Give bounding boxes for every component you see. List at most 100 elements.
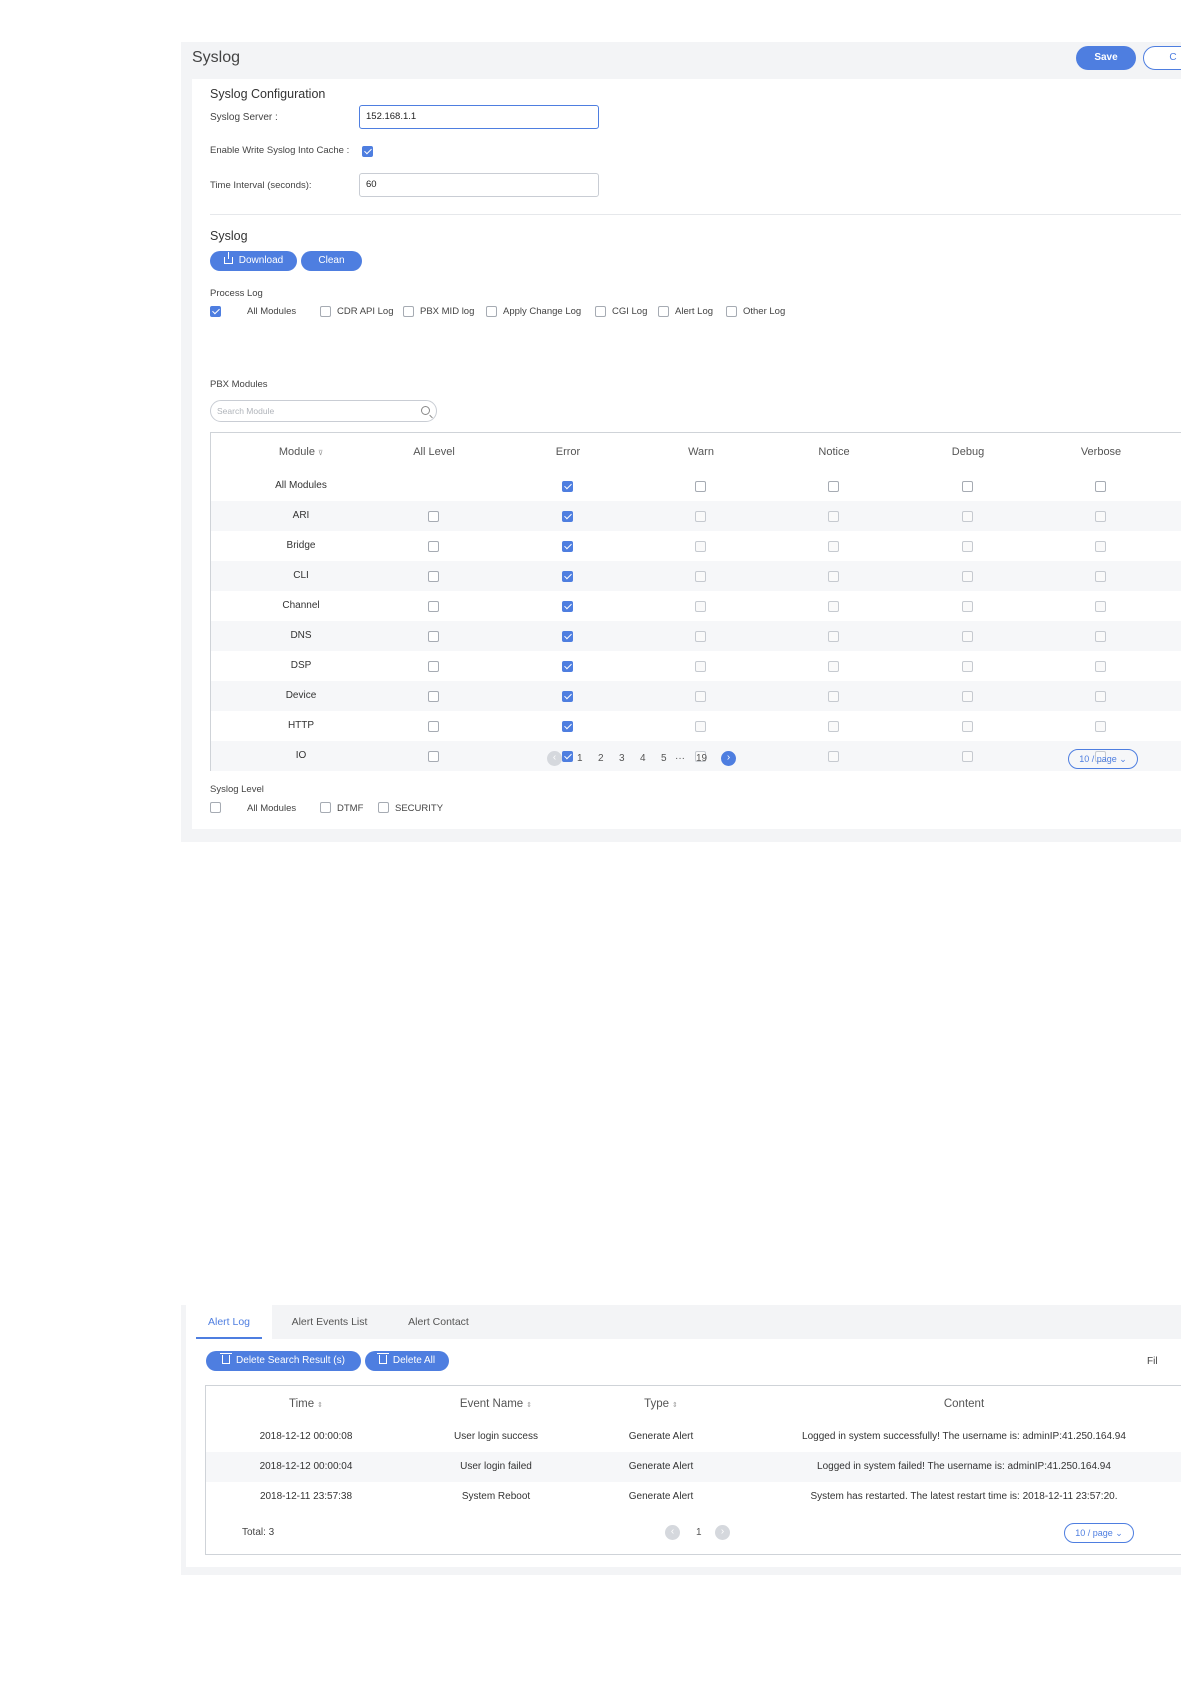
level-checkbox-all-level[interactable] — [428, 571, 439, 582]
syslog-server-input[interactable]: 152.168.1.1 — [359, 105, 599, 129]
process-log-checkbox-all-modules[interactable] — [210, 306, 221, 317]
level-checkbox-verbose[interactable] — [1095, 661, 1106, 672]
download-button[interactable]: Download — [210, 251, 297, 271]
level-checkbox-warn[interactable] — [695, 511, 706, 522]
filter-link[interactable]: Fil — [1147, 1356, 1158, 1367]
level-checkbox-notice[interactable] — [828, 481, 839, 492]
syslog-level-checkbox-all-modules[interactable] — [210, 802, 221, 813]
page-number[interactable]: 19 — [696, 753, 707, 764]
level-checkbox-debug[interactable] — [962, 571, 973, 582]
level-checkbox-error[interactable] — [562, 571, 573, 582]
page-number[interactable]: 1 — [577, 753, 583, 764]
level-checkbox-notice[interactable] — [828, 691, 839, 702]
level-checkbox-verbose[interactable] — [1095, 541, 1106, 552]
clean-button[interactable]: Clean — [301, 251, 362, 271]
level-checkbox-all-level[interactable] — [428, 661, 439, 672]
level-checkbox-notice[interactable] — [828, 721, 839, 732]
level-checkbox-error[interactable] — [562, 481, 573, 492]
column-header-type[interactable]: Type ⇕ — [591, 1386, 731, 1422]
level-checkbox-warn[interactable] — [695, 571, 706, 582]
level-checkbox-error[interactable] — [562, 751, 573, 762]
level-checkbox-notice[interactable] — [828, 631, 839, 642]
level-checkbox-notice[interactable] — [828, 571, 839, 582]
process-log-checkbox-alert-log[interactable] — [658, 306, 669, 317]
level-checkbox-notice[interactable] — [828, 751, 839, 762]
level-checkbox-debug[interactable] — [962, 691, 973, 702]
level-checkbox-verbose[interactable] — [1095, 601, 1106, 612]
level-checkbox-debug[interactable] — [962, 541, 973, 552]
process-log-checkbox-pbx-mid-log[interactable] — [403, 306, 414, 317]
level-checkbox-notice[interactable] — [828, 601, 839, 612]
level-checkbox-verbose[interactable] — [1095, 721, 1106, 732]
level-checkbox-debug[interactable] — [962, 601, 973, 612]
level-checkbox-debug[interactable] — [962, 751, 973, 762]
level-checkbox-error[interactable] — [562, 511, 573, 522]
page-number[interactable]: 2 — [598, 753, 604, 764]
level-checkbox-error[interactable] — [562, 541, 573, 552]
level-checkbox-debug[interactable] — [962, 721, 973, 732]
delete-search-result-button[interactable]: Delete Search Result (s) — [206, 1351, 361, 1371]
page-size-select[interactable]: 10 / page ⌄ — [1064, 1523, 1134, 1543]
level-checkbox-verbose[interactable] — [1095, 511, 1106, 522]
page-ellipsis[interactable]: ··· — [675, 753, 685, 764]
page-number[interactable]: 3 — [619, 753, 625, 764]
prev-page-button[interactable]: ‹ — [665, 1525, 680, 1540]
time-interval-input[interactable]: 60 — [359, 173, 599, 197]
filter-icon[interactable]: ⊽ — [318, 450, 323, 457]
level-checkbox-all-level[interactable] — [428, 631, 439, 642]
level-checkbox-warn[interactable] — [695, 721, 706, 732]
search-module-input[interactable]: Search Module — [210, 400, 437, 422]
process-log-checkbox-cgi-log[interactable] — [595, 306, 606, 317]
syslog-level-checkbox-dtmf[interactable] — [320, 802, 331, 813]
page-number[interactable]: 1 — [696, 1527, 702, 1538]
sort-icon[interactable]: ⇕ — [317, 1402, 323, 1409]
level-checkbox-error[interactable] — [562, 631, 573, 642]
level-checkbox-error[interactable] — [562, 691, 573, 702]
syslog-level-checkbox-security[interactable] — [378, 802, 389, 813]
level-checkbox-warn[interactable] — [695, 661, 706, 672]
cache-checkbox[interactable] — [362, 146, 373, 157]
sort-icon[interactable]: ⇕ — [672, 1402, 678, 1409]
save-button[interactable]: Save — [1076, 46, 1136, 70]
level-checkbox-all-level[interactable] — [428, 721, 439, 732]
tab-alert-contact[interactable]: Alert Contact — [386, 1305, 491, 1339]
level-checkbox-warn[interactable] — [695, 631, 706, 642]
level-checkbox-debug[interactable] — [962, 631, 973, 642]
tab-alert-log[interactable]: Alert Log — [186, 1305, 272, 1339]
level-checkbox-verbose[interactable] — [1095, 631, 1106, 642]
level-checkbox-all-level[interactable] — [428, 541, 439, 552]
next-page-button[interactable]: › — [721, 751, 736, 766]
level-checkbox-error[interactable] — [562, 601, 573, 612]
level-checkbox-all-level[interactable] — [428, 751, 439, 762]
level-checkbox-debug[interactable] — [962, 481, 973, 492]
tab-alert-events-list[interactable]: Alert Events List — [273, 1305, 386, 1339]
level-checkbox-error[interactable] — [562, 661, 573, 672]
level-checkbox-error[interactable] — [562, 721, 573, 732]
level-checkbox-verbose[interactable] — [1095, 481, 1106, 492]
level-checkbox-notice[interactable] — [828, 541, 839, 552]
level-checkbox-warn[interactable] — [695, 601, 706, 612]
page-size-select[interactable]: 10 / page ⌄ — [1068, 749, 1138, 769]
page-number[interactable]: 5 — [661, 753, 667, 764]
column-header-event-name[interactable]: Event Name ⇕ — [416, 1386, 576, 1422]
level-checkbox-all-level[interactable] — [428, 511, 439, 522]
level-checkbox-warn[interactable] — [695, 691, 706, 702]
page-number[interactable]: 4 — [640, 753, 646, 764]
level-checkbox-verbose[interactable] — [1095, 571, 1106, 582]
level-checkbox-verbose[interactable] — [1095, 691, 1106, 702]
level-checkbox-warn[interactable] — [695, 481, 706, 492]
level-checkbox-warn[interactable] — [695, 541, 706, 552]
column-header-module[interactable]: Module ⊽ — [241, 433, 361, 471]
level-checkbox-debug[interactable] — [962, 511, 973, 522]
delete-all-button[interactable]: Delete All — [365, 1351, 449, 1371]
level-checkbox-all-level[interactable] — [428, 601, 439, 612]
process-log-checkbox-other-log[interactable] — [726, 306, 737, 317]
prev-page-button[interactable]: ‹ — [547, 751, 562, 766]
next-page-button[interactable]: › — [715, 1525, 730, 1540]
level-checkbox-notice[interactable] — [828, 661, 839, 672]
process-log-checkbox-cdr-api-log[interactable] — [320, 306, 331, 317]
sort-icon[interactable]: ⇕ — [526, 1402, 532, 1409]
cancel-button[interactable]: C — [1143, 46, 1181, 70]
level-checkbox-notice[interactable] — [828, 511, 839, 522]
process-log-checkbox-apply-change-log[interactable] — [486, 306, 497, 317]
